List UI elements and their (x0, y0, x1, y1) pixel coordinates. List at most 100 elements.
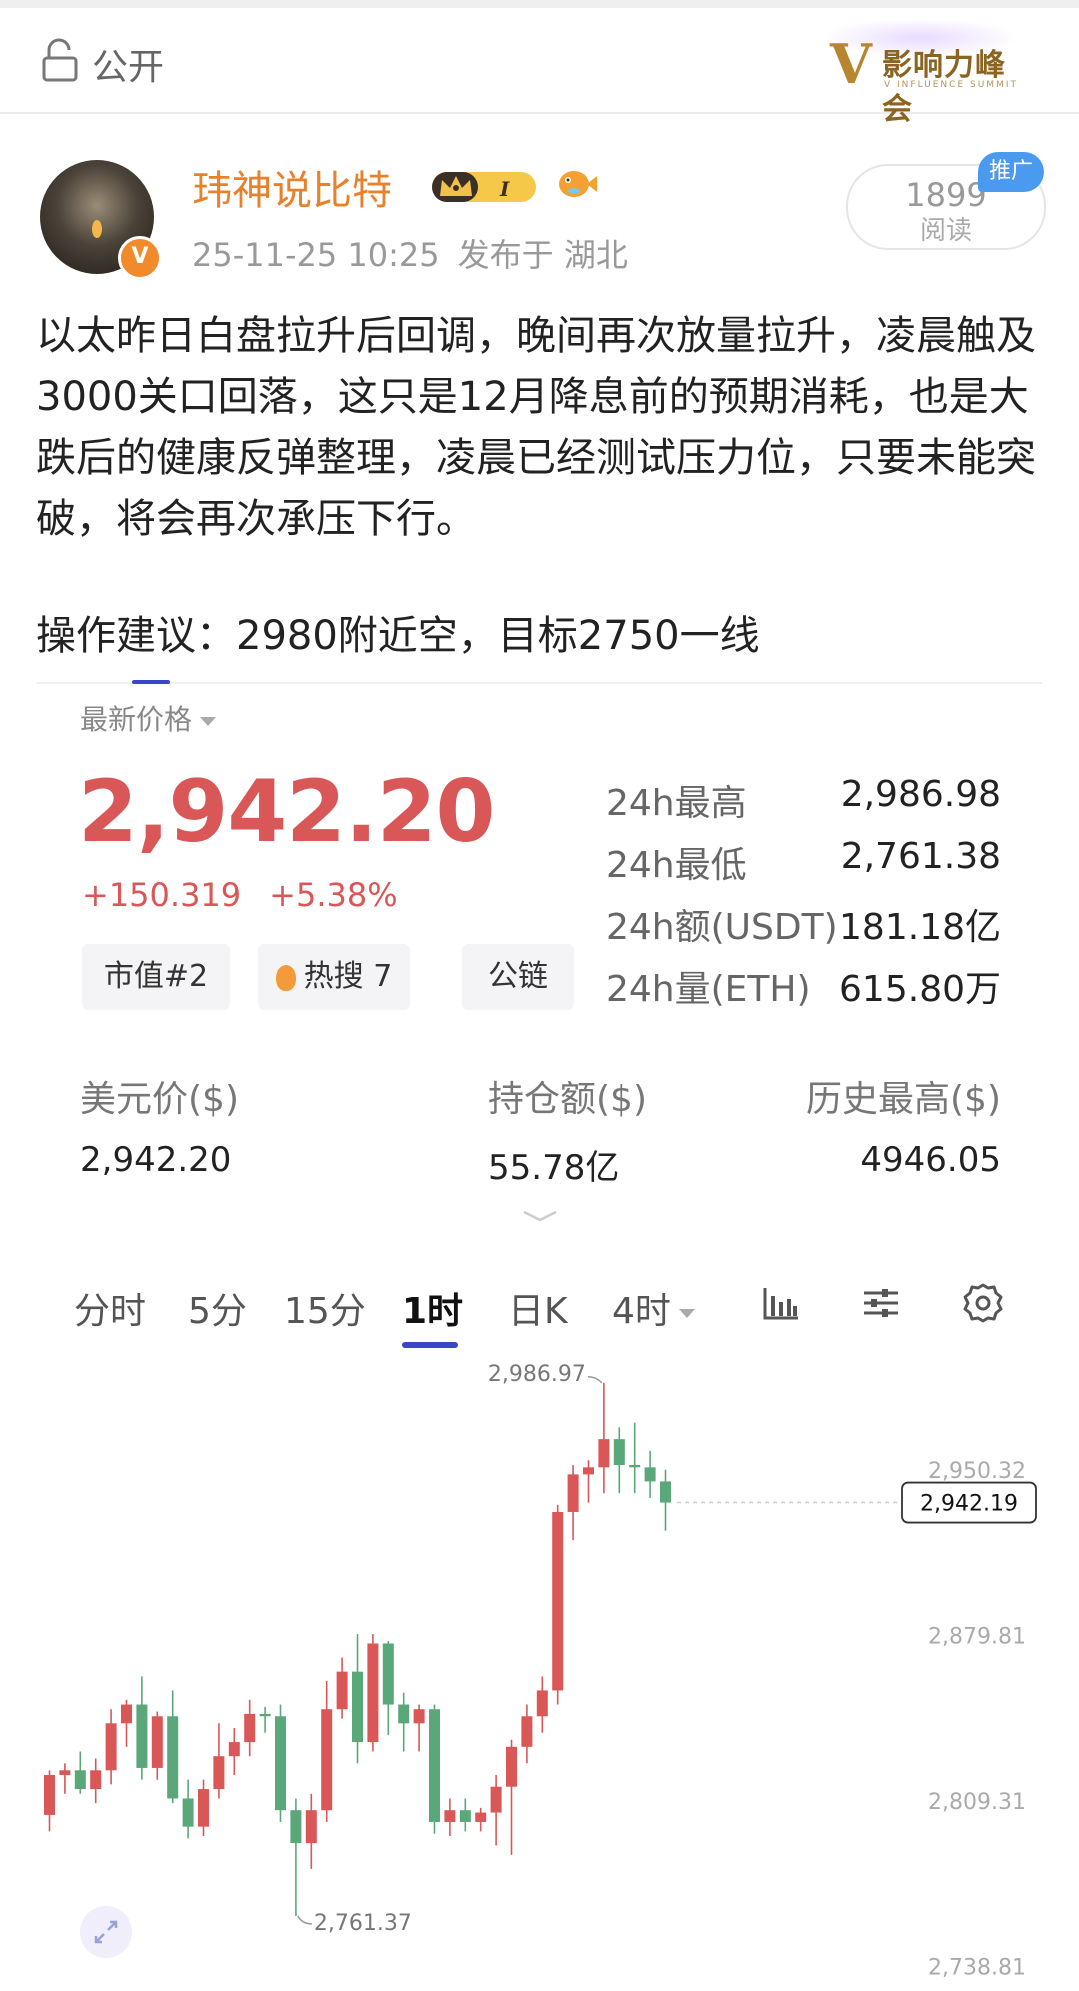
low-annotation: 2,761.37 (314, 1911, 412, 1936)
verified-badge: V (118, 236, 162, 280)
fullscreen-expand-icon[interactable] (80, 1906, 132, 1958)
author-name[interactable]: 玮神说比特 (192, 158, 392, 216)
tab-1h[interactable]: 1时 (402, 1282, 463, 1334)
candle-body (629, 1464, 641, 1468)
stat-high-label: 24h最高 (606, 783, 747, 824)
candle-body (644, 1467, 656, 1482)
candle-body (151, 1716, 163, 1768)
logo-mark: V (830, 32, 872, 96)
tab-daily[interactable]: 日K (508, 1282, 568, 1334)
tab-15m[interactable]: 15分 (284, 1282, 366, 1334)
visibility-label[interactable]: 公开 (92, 38, 164, 90)
open-interest-value: 55.78亿 (488, 1148, 620, 1188)
gear-icon[interactable] (962, 1282, 1004, 1324)
candle-body (290, 1810, 302, 1844)
post-location: 发布于 湖北 (457, 236, 628, 274)
status-shade (0, 0, 1079, 8)
fish-icon (559, 171, 597, 197)
bar-chart-icon[interactable] (760, 1282, 802, 1324)
candle-body (321, 1709, 333, 1811)
promo-badge: 推广 (978, 152, 1044, 192)
candle-body (459, 1810, 471, 1822)
candle-body (198, 1789, 209, 1827)
latest-price-dropdown[interactable]: 最新价格 (80, 698, 217, 738)
tab-5m[interactable]: 5分 (188, 1282, 247, 1334)
unlock-icon (42, 38, 78, 82)
price-change: +150.319 +5.38% (82, 876, 426, 914)
chevron-down-icon (678, 1308, 695, 1318)
card-indicator (132, 680, 170, 684)
candle-body (382, 1643, 394, 1705)
level-text: I (499, 177, 510, 201)
high-leader (587, 1376, 603, 1384)
candle-body (275, 1716, 286, 1811)
fire-icon (275, 964, 296, 991)
top-bar: 公开 V 影响力峰会 V INFLUENCE SUMMIT (0, 0, 1079, 127)
candle-body (367, 1643, 379, 1743)
post-advice: 操作建议：2980附近空，目标2750一线 (36, 613, 760, 659)
candle-body (213, 1756, 225, 1790)
candle-body (244, 1713, 256, 1743)
tag-public-chain[interactable]: 公链 (462, 944, 574, 1010)
post-meta: 25-11-25 10:25 发布于 湖北 (192, 230, 646, 276)
candle-body (305, 1810, 317, 1844)
card-divider (36, 682, 1042, 684)
candle-body (490, 1786, 502, 1813)
candle-body (90, 1770, 102, 1790)
usd-price-value: 2,942.20 (80, 1140, 232, 1180)
candle-body (228, 1742, 240, 1757)
post-text: 以太昨日白盘拉升后回调，晚间再次放量拉升，凌晨触及3000关口回落，这只是12月… (36, 313, 1036, 542)
candle-body (429, 1709, 440, 1822)
crown-level-badge: I (432, 172, 536, 202)
candle-body (167, 1716, 179, 1799)
candle-body (536, 1690, 548, 1717)
candle-body (182, 1798, 194, 1827)
timeframe-tabs: 分时 5分 15分 1时 日K 4时 (0, 1270, 1079, 1350)
ath-label: 历史最高($) (806, 1079, 1001, 1120)
candle-body (44, 1774, 55, 1815)
stat-volume-value: 615.80万 (839, 969, 1001, 1010)
candle-body (398, 1704, 410, 1724)
tag-hot-search[interactable]: 热搜 7 (258, 944, 410, 1010)
indicator-settings-icon[interactable] (860, 1282, 902, 1324)
candle-body (136, 1704, 148, 1768)
candle-body (105, 1723, 117, 1771)
candle-body (567, 1474, 579, 1512)
tab-time-sharing[interactable]: 分时 (74, 1282, 146, 1334)
y-tick-label: 2,879.81 (928, 1625, 1026, 1650)
influence-summit-logo[interactable]: V 影响力峰会 V INFLUENCE SUMMIT (820, 18, 1020, 127)
candle-body (552, 1511, 564, 1691)
stat-volume-label: 24h量(ETH) (606, 969, 811, 1010)
stat-amount-value: 181.18亿 (839, 907, 1001, 948)
y-tick-label: 2,809.31 (928, 1790, 1026, 1815)
candle-body (444, 1810, 456, 1822)
chevron-down-icon (200, 716, 217, 726)
current-price-label: 2,942.19 (920, 1492, 1018, 1517)
tab-4h-dropdown[interactable]: 4时 (612, 1282, 695, 1334)
active-tab-underline (402, 1342, 458, 1348)
candle-body (121, 1704, 132, 1724)
candle-body (613, 1439, 625, 1465)
candle-body (475, 1812, 487, 1822)
change-percent: +5.38% (269, 876, 398, 914)
candle-body (506, 1746, 517, 1787)
candle-body (660, 1481, 671, 1503)
candle-body (259, 1713, 271, 1717)
candle-body (413, 1709, 425, 1724)
candle-body (74, 1770, 86, 1790)
usd-price-label: 美元价($) (80, 1079, 239, 1120)
candle-body (59, 1770, 71, 1775)
candlestick-chart[interactable]: 2,950.32 2,879.81 2,809.31 2,738.81 2,986.97… (36, 1354, 1046, 1991)
expand-chevron-icon[interactable] (522, 1208, 558, 1224)
tag-market-cap[interactable]: 市值#2 (82, 944, 230, 1010)
stat-low-label: 24h最低 (606, 845, 747, 886)
stat-high-value: 2,986.98 (840, 774, 1001, 815)
open-interest-label: 持仓额($) (488, 1079, 647, 1120)
stat-low-value: 2,761.38 (840, 836, 1001, 877)
candle-body (521, 1716, 533, 1747)
high-annotation: 2,986.97 (488, 1362, 586, 1387)
ath-value: 4946.05 (860, 1140, 1001, 1180)
candle-body (336, 1671, 348, 1710)
read-label: 阅读 (919, 216, 972, 246)
y-tick-label: 2,738.81 (928, 1956, 1026, 1981)
